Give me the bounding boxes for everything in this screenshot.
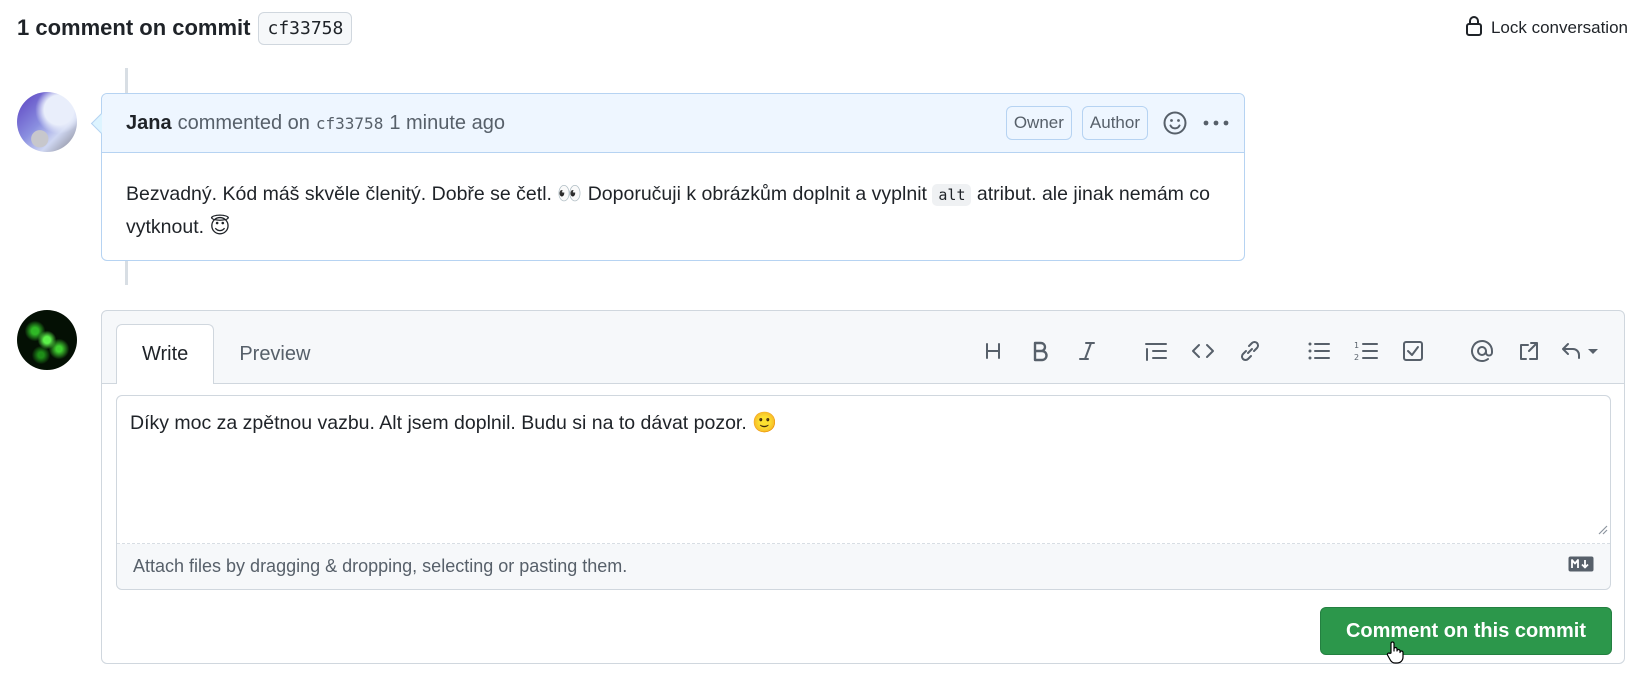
owner-badge: Owner	[1005, 106, 1072, 140]
comment-on-commit-button[interactable]: Comment on this commit	[1320, 607, 1612, 655]
code-icon[interactable]	[1179, 331, 1226, 371]
commit-sha-badge[interactable]: cf33758	[258, 11, 353, 45]
smile-emoji: 🙂	[752, 410, 778, 434]
comment-textarea[interactable]: Díky moc za zpětnou vazbu. Alt jsem dopl…	[117, 396, 1610, 544]
lock-icon	[1465, 15, 1483, 42]
comment-action: commented on	[177, 111, 310, 134]
task-list-icon[interactable]	[1389, 331, 1436, 371]
textarea-value: Díky moc za zpětnou vazbu. Alt jsem dopl…	[130, 412, 747, 434]
comment-author[interactable]: Jana	[126, 112, 172, 135]
comment-text: Doporučuji k obrázkům doplnit a vyplnit	[587, 183, 927, 205]
avatar-current-user[interactable]	[17, 310, 77, 370]
markdown-toolbar: 12	[969, 331, 1608, 371]
saved-replies-icon[interactable]	[1552, 331, 1608, 371]
svg-text:1: 1	[1354, 341, 1359, 350]
attach-files-bar[interactable]: Attach files by dragging & dropping, sel…	[117, 544, 1610, 589]
comment-text: Bezvadný. Kód máš skvěle členitý. Dobře …	[126, 183, 552, 205]
unordered-list-icon[interactable]	[1295, 331, 1342, 371]
markdown-icon[interactable]	[1568, 556, 1594, 577]
comments-count-title: 1 comment on commit	[17, 15, 251, 40]
cross-reference-icon[interactable]	[1505, 331, 1552, 371]
italic-icon[interactable]	[1063, 331, 1110, 371]
comment-commit-sha[interactable]: cf33758	[316, 114, 383, 133]
resize-handle-icon[interactable]	[1596, 518, 1608, 541]
comment-time[interactable]: 1 minute ago	[389, 112, 505, 135]
heading-icon[interactable]	[969, 331, 1016, 371]
bold-icon[interactable]	[1016, 331, 1063, 371]
link-icon[interactable]	[1226, 331, 1273, 371]
author-badge: Author	[1081, 106, 1148, 140]
comment-body: Bezvadný. Kód máš skvěle členitý. Dobře …	[102, 153, 1244, 268]
hand-pointer-cursor-icon	[1385, 640, 1405, 669]
halo-emoji: 😇	[209, 214, 231, 238]
svg-text:2: 2	[1354, 353, 1359, 362]
avatar-jana[interactable]	[17, 92, 77, 152]
eyes-emoji: 👀	[557, 181, 583, 205]
attach-hint: Attach files by dragging & dropping, sel…	[133, 556, 628, 576]
inline-code: alt	[932, 184, 972, 206]
lock-conversation-label: Lock conversation	[1490, 18, 1628, 37]
comments-header: 1 comment on commit cf33758 Lock convers…	[17, 8, 1628, 48]
mention-icon[interactable]	[1458, 331, 1505, 371]
comment-meta: Jana commented on cf33758 1 minute ago	[126, 112, 996, 135]
tab-write[interactable]: Write	[116, 324, 215, 384]
commit-comment: Jana commented on cf33758 1 minute ago O…	[101, 93, 1245, 261]
comment-header: Jana commented on cf33758 1 minute ago O…	[102, 94, 1244, 153]
add-reaction-icon[interactable]	[1162, 110, 1188, 136]
kebab-menu-icon[interactable]	[1202, 118, 1230, 128]
lock-conversation-button[interactable]: Lock conversation	[1465, 15, 1628, 42]
comment-textarea-wrapper: Díky moc za zpětnou vazbu. Alt jsem dopl…	[116, 395, 1611, 590]
new-comment-form: Write Preview 12 Díky moc za zpětnou vaz…	[101, 310, 1625, 664]
tab-preview[interactable]: Preview	[214, 324, 335, 384]
page-title: 1 comment on commit cf33758	[17, 11, 353, 45]
timeline-line	[125, 68, 128, 93]
ordered-list-icon[interactable]: 12	[1342, 331, 1389, 371]
editor-tabs: Write Preview	[116, 324, 335, 384]
quote-icon[interactable]	[1132, 331, 1179, 371]
